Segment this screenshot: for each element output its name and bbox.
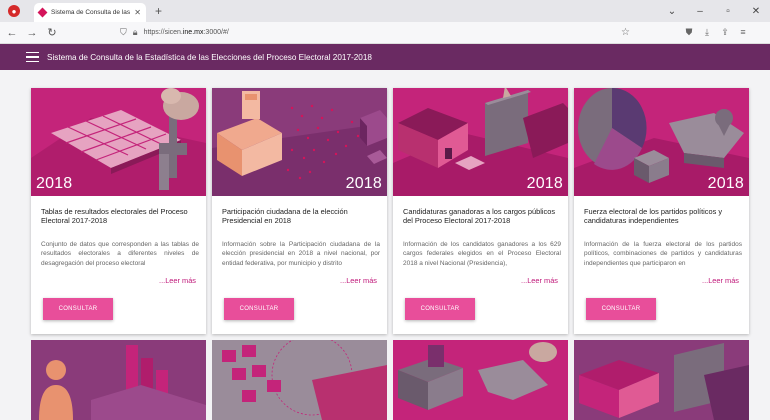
tab-list-icon[interactable]: ⌄ [658,6,686,17]
card-year: 2018 [707,175,744,192]
back-icon[interactable]: ← [4,27,20,39]
menu-icon[interactable]: ≡ [734,27,752,38]
card-row2-4-illustration [574,340,749,420]
app-title: Sistema de Consulta de la Estadística de… [47,52,372,62]
maximize-button[interactable]: ▫ [714,6,742,17]
share-icon[interactable]: ⇪ [716,27,734,38]
card-description: Información de los candidatos ganadores … [403,241,561,267]
tab-title: Sistema de Consulta de las Esta [51,9,131,16]
shield-icon[interactable]: ⛉ [120,27,127,38]
consultar-button[interactable]: CONSULTAR [586,298,656,320]
site-favicon-icon [37,7,48,18]
reload-icon[interactable]: ↻ [44,26,60,39]
card-year: 2018 [345,175,382,192]
app-header: Sistema de Consulta de la Estadística de… [0,44,770,70]
toolbar-right: ⛊ ⤓ ⇪ ≡ [680,27,752,38]
card-description: Conjunto de datos que corresponden a las… [41,241,199,267]
download-icon[interactable]: ⤓ [698,27,716,38]
card-fuerza-electoral: 2018 Fuerza electoral de los partidos po… [574,88,749,334]
forward-icon[interactable]: → [24,27,40,39]
window-controls: ⌄ – ▫ ✕ [658,0,770,22]
card-description: Información de la fuerza electoral de lo… [584,241,742,267]
browser-menu-icon[interactable]: ● [8,5,20,17]
address-bar[interactable]: ⛉ 🔒︎ https://sicen. ine.mx:3000/#/ ☆ [120,25,630,41]
url-host: ine.mx [182,29,204,36]
new-tab-button[interactable]: + [155,4,162,18]
lock-icon[interactable]: 🔒︎ [133,27,138,38]
read-more-link[interactable]: ...Leer más [521,276,558,285]
card-title: Tablas de resultados electorales del Pro… [41,207,188,226]
read-more-link[interactable]: ...Leer más [159,276,196,285]
card-row2-2-illustration [212,340,387,420]
consultar-button[interactable]: CONSULTAR [43,298,113,320]
card-illustration-image: 2018 [31,88,206,196]
card-illustration-image: 2018 [393,88,568,196]
tab-close-icon[interactable]: ✕ [134,8,141,17]
card-title: Participación ciudadana de la elección P… [222,207,348,226]
bookmark-star-icon[interactable]: ☆ [621,27,630,38]
browser-tab[interactable]: Sistema de Consulta de las Esta ✕ [34,3,146,22]
card-title: Fuerza electoral de los partidos polític… [584,207,723,226]
card-year: 2018 [36,175,73,192]
card-year: 2018 [526,175,563,192]
card-title: Candidaturas ganadoras a los cargos públ… [403,207,556,226]
card-description: Información sobre la Participación ciuda… [222,241,380,267]
pocket-icon[interactable]: ⛊ [680,27,698,38]
read-more-link[interactable]: ...Leer más [340,276,377,285]
card-row2-3-illustration [393,340,568,420]
card-row2-1-illustration [31,340,206,420]
minimize-button[interactable]: – [686,6,714,17]
card-candidaturas-ganadoras: 2018 Candidaturas ganadoras a los cargos… [393,88,568,334]
card-participacion-ciudadana: 2018 Participación ciudadana de la elecc… [212,88,387,334]
card-tablas-resultados: 2018 Tablas de resultados electorales de… [31,88,206,334]
consultar-button[interactable]: CONSULTAR [405,298,475,320]
close-window-button[interactable]: ✕ [742,6,770,17]
hamburger-menu-icon[interactable] [26,52,39,62]
browser-toolbar: ← → ↻ ⛉ 🔒︎ https://sicen. ine.mx:3000/#/ … [0,22,770,44]
url-suffix: :3000/#/ [203,29,229,36]
consultar-button[interactable]: CONSULTAR [224,298,294,320]
read-more-link[interactable]: ...Leer más [702,276,739,285]
url-prefix: https://sicen. [143,29,183,36]
card-illustration-image: 2018 [574,88,749,196]
browser-tab-strip: ● Sistema de Consulta de las Esta ✕ + ⌄ … [0,0,770,22]
card-illustration-image: 2018 [212,88,387,196]
